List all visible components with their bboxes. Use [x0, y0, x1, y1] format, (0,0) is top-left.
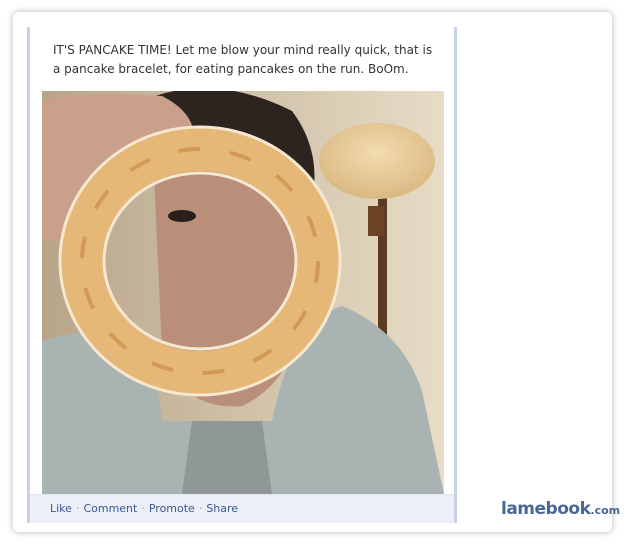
- lamebook-logo: lamebook.com: [501, 499, 620, 519]
- brand-name: lamebook: [501, 499, 591, 519]
- post-photo[interactable]: [42, 91, 444, 494]
- facebook-post: IT'S PANCAKE TIME! Let me blow your mind…: [27, 27, 457, 523]
- brand-tld: .com: [590, 504, 621, 517]
- separator: ·: [141, 502, 145, 515]
- separator: ·: [198, 502, 203, 515]
- like-link[interactable]: Like: [50, 502, 72, 515]
- post-action-bar: Like · Comment · Promote · Share: [30, 494, 454, 523]
- share-link[interactable]: Share: [206, 502, 238, 515]
- comment-link[interactable]: Comment: [83, 502, 137, 515]
- pancake-bracelet-photo: [42, 91, 444, 494]
- separator: ·: [75, 502, 80, 515]
- promote-link[interactable]: Promote: [149, 502, 195, 515]
- post-text: IT'S PANCAKE TIME! Let me blow your mind…: [53, 43, 433, 76]
